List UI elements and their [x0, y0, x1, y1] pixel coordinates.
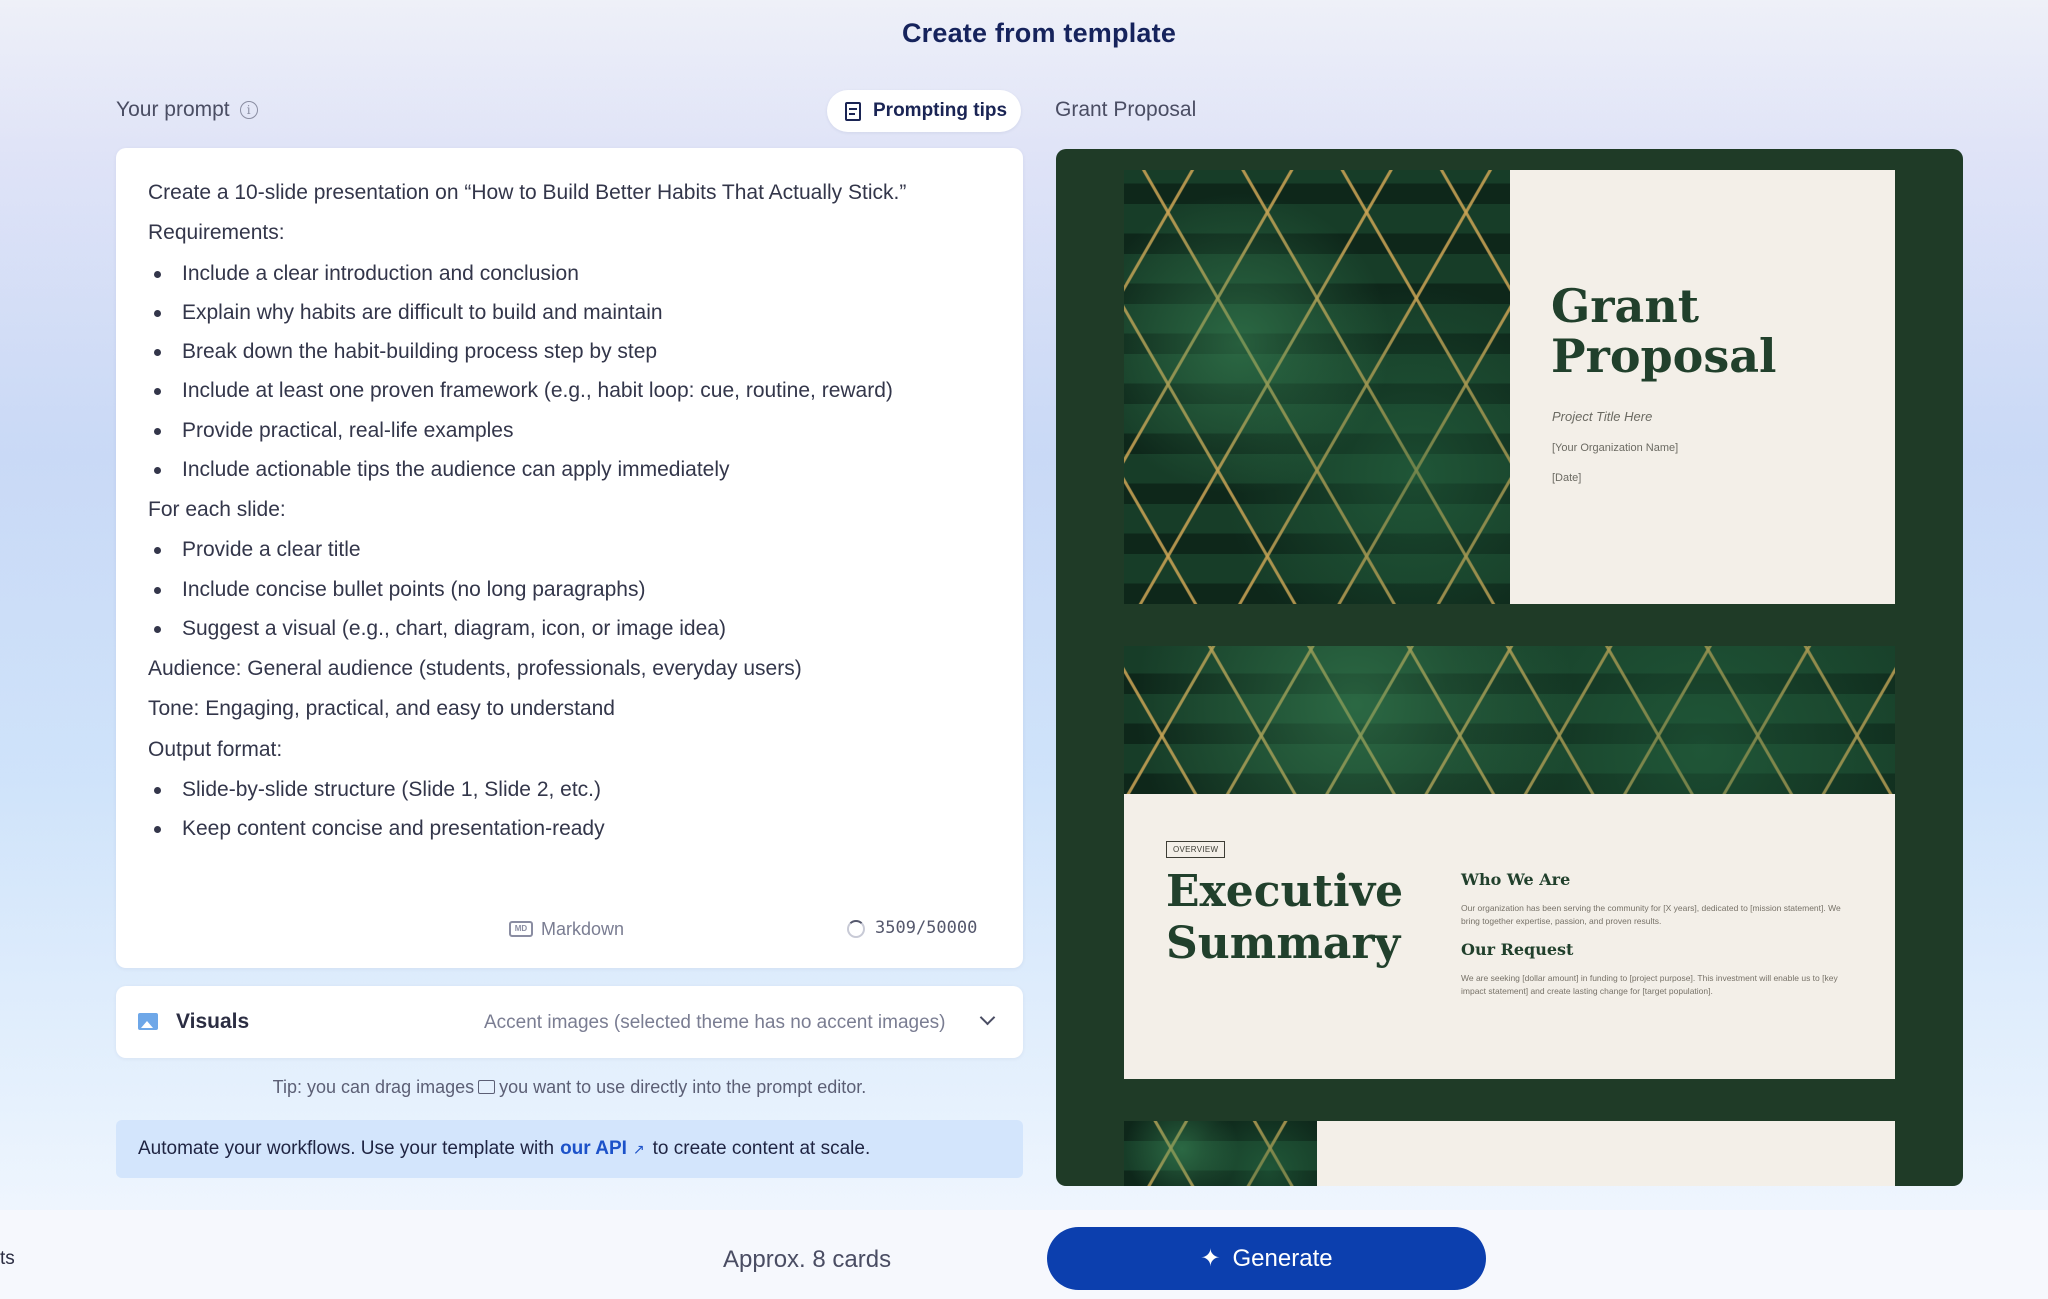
generate-button[interactable]: ✦ Generate — [1047, 1227, 1486, 1290]
drag-tip: Tip: you can drag images you want to use … — [116, 1077, 1023, 1098]
slide-date: [Date] — [1552, 472, 1582, 484]
prompt-intro: Create a 10-slide presentation on “How t… — [148, 181, 907, 204]
book-icon — [845, 101, 861, 121]
requirements-heading: Requirements: — [148, 221, 285, 245]
list-item: Suggest a visual (e.g., chart, diagram, … — [148, 616, 991, 642]
api-link[interactable]: our API — [560, 1138, 627, 1160]
template-preview[interactable]: Grant Proposal Project Title Here [Your … — [1056, 149, 1963, 1186]
hexagon-art-image — [1124, 170, 1510, 604]
tip-text-before: Tip: you can drag images — [272, 1077, 475, 1097]
list-item: Keep content concise and presentation-re… — [148, 816, 991, 842]
hexagon-art-image — [1124, 1121, 1317, 1186]
list-item: Include actionable tips the audience can… — [148, 457, 991, 483]
list-item: Provide practical, real-life examples — [148, 418, 991, 444]
editor-footer: MD Markdown 3509/50000 — [116, 918, 1023, 944]
slide-title: Executive Summary — [1166, 866, 1404, 969]
cut-off-label[interactable]: ts — [0, 1248, 15, 1270]
list-item: Include at least one proven framework (e… — [148, 378, 991, 404]
visuals-label: Visuals — [176, 1010, 250, 1033]
sparkle-icon: ✦ — [1200, 1245, 1221, 1272]
each-slide-heading: For each slide: — [148, 498, 286, 521]
slide-executive-summary: OVERVIEW Executive Summary Who We Are Ou… — [1124, 646, 1895, 1079]
visuals-selected-value: Accent images (selected theme has no acc… — [484, 1012, 946, 1033]
image-icon — [478, 1080, 496, 1094]
markdown-label: Markdown — [541, 919, 625, 939]
api-banner: Automate your workflows. Use your templa… — [116, 1120, 1023, 1178]
who-we-are-body: Our organization has been serving the co… — [1461, 903, 1841, 926]
slide-title: Grant Proposal — [1551, 279, 1777, 383]
visuals-dropdown[interactable]: Visuals Accent images (selected theme ha… — [116, 986, 1023, 1058]
markdown-icon: MD — [509, 921, 533, 938]
api-text-before: Automate your workflows. Use your templa… — [138, 1138, 555, 1159]
chevron-down-icon — [979, 1009, 996, 1026]
slide-org: [Your Organization Name] — [1552, 442, 1679, 454]
list-item: Include concise bullet points (no long p… — [148, 577, 991, 603]
prompt-label-text: Your prompt — [116, 98, 230, 121]
prompting-tips-label: Prompting tips — [873, 100, 1008, 121]
slide-subtitle: Project Title Here — [1552, 409, 1653, 424]
page-title: Create from template — [901, 18, 1177, 48]
each-slide-list: Provide a clear title Include concise bu… — [148, 537, 991, 642]
list-item: Explain why habits are difficult to buil… — [148, 300, 991, 326]
template-name: Grant Proposal — [1055, 98, 1197, 121]
prompting-tips-button[interactable]: Prompting tips — [827, 90, 1021, 132]
image-icon — [138, 1013, 158, 1030]
api-text-after: to create content at scale. — [652, 1138, 871, 1159]
list-item: Slide-by-slide structure (Slide 1, Slide… — [148, 777, 991, 803]
output-list: Slide-by-slide structure (Slide 1, Slide… — [148, 777, 991, 843]
our-request-heading: Our Request — [1461, 940, 1574, 959]
external-link-icon: ↗ — [632, 1140, 645, 1157]
info-icon[interactable]: i — [239, 101, 258, 119]
tone-line: Tone: Engaging, practical, and easy to u… — [148, 697, 615, 721]
audience-line: Audience: General audience (students, pr… — [148, 657, 802, 680]
bottom-bar — [0, 1210, 2048, 1299]
slide-title-card: Grant Proposal Project Title Here [Your … — [1124, 170, 1895, 604]
tip-text-after: you want to use directly into the prompt… — [499, 1077, 867, 1097]
output-heading: Output format: — [148, 737, 283, 761]
list-item: Provide a clear title — [148, 537, 991, 563]
approx-card-count: Approx. 8 cards — [723, 1246, 892, 1273]
our-request-body: We are seeking [dollar amount] in fundin… — [1461, 973, 1838, 996]
progress-ring-icon — [847, 919, 865, 938]
character-counter: 3509/50000 — [847, 918, 977, 939]
char-count: 3509/50000 — [875, 918, 978, 938]
requirements-list: Include a clear introduction and conclus… — [148, 261, 991, 484]
hexagon-banner-image — [1124, 646, 1895, 794]
prompt-editor[interactable]: Create a 10-slide presentation on “How t… — [116, 148, 1023, 968]
overview-tag: OVERVIEW — [1166, 841, 1226, 858]
list-item: Break down the habit-building process st… — [148, 339, 991, 365]
who-we-are-heading: Who We Are — [1461, 870, 1571, 889]
list-item: Include a clear introduction and conclus… — [148, 261, 991, 287]
generate-label: Generate — [1232, 1244, 1333, 1272]
slide-partial — [1124, 1121, 1895, 1186]
prompt-label: Your prompt i — [116, 98, 258, 122]
markdown-badge: MD Markdown — [509, 918, 624, 941]
